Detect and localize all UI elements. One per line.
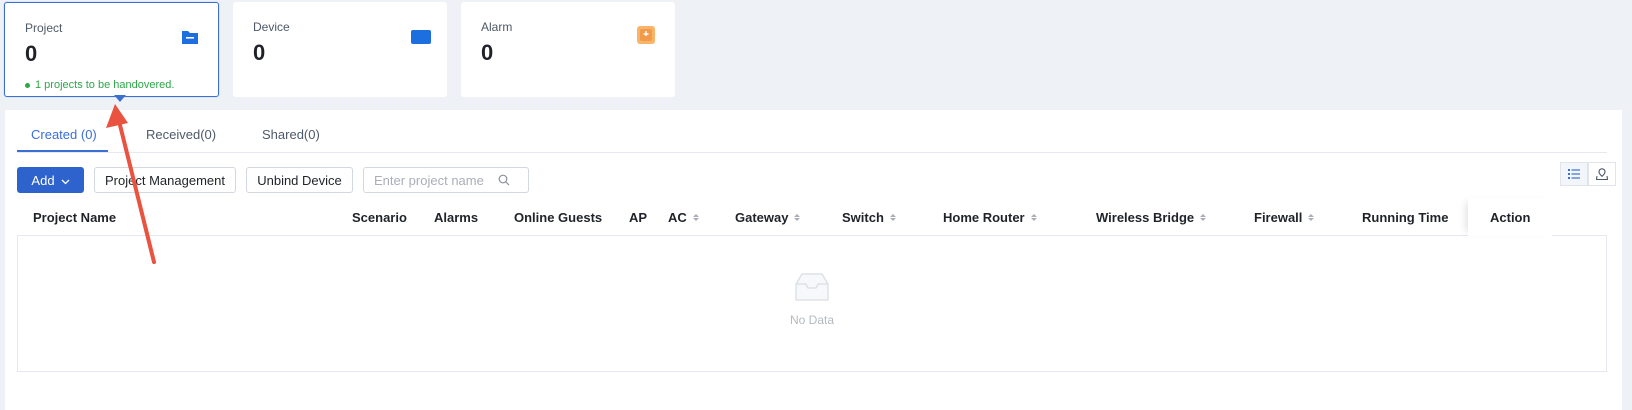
view-toggle xyxy=(1560,162,1616,186)
col-ap[interactable]: AP xyxy=(629,198,647,236)
sort-icon[interactable] xyxy=(1030,213,1037,221)
alarm-icon xyxy=(637,26,655,49)
project-tabs: Created (0) Received(0) Shared(0) xyxy=(17,110,1607,153)
col-running-time[interactable]: Running Time xyxy=(1362,198,1448,236)
sort-icon[interactable] xyxy=(794,213,801,221)
device-card[interactable]: Device 0 xyxy=(233,2,447,97)
handover-note-text: 1 projects to be handovered. xyxy=(35,79,175,91)
col-online-guests[interactable]: Online Guests xyxy=(514,198,602,236)
col-ac[interactable]: AC xyxy=(668,198,699,236)
empty-box-icon xyxy=(790,273,834,306)
col-scenario[interactable]: Scenario xyxy=(352,198,407,236)
col-project-name[interactable]: Project Name xyxy=(33,198,116,236)
map-view-icon[interactable] xyxy=(1588,162,1616,186)
chevron-down-icon xyxy=(61,173,70,188)
sort-icon[interactable] xyxy=(889,213,896,221)
table-header: Project Name Scenario Alarms Online Gues… xyxy=(17,198,1607,236)
col-wireless-bridge[interactable]: Wireless Bridge xyxy=(1096,198,1207,236)
col-gateway[interactable]: Gateway xyxy=(735,198,801,236)
tab-received[interactable]: Received(0) xyxy=(146,127,216,142)
col-action: Action xyxy=(1468,198,1552,236)
add-button[interactable]: Add xyxy=(17,167,84,193)
col-switch[interactable]: Switch xyxy=(842,198,896,236)
sort-icon[interactable] xyxy=(1308,213,1315,221)
tab-created[interactable]: Created (0) xyxy=(31,127,97,142)
project-card[interactable]: Project 0 1 projects to be handovered. xyxy=(4,2,219,97)
projects-panel: Created (0) Received(0) Shared(0) Add Pr… xyxy=(5,110,1622,410)
add-button-label: Add xyxy=(31,172,55,188)
alarm-card[interactable]: Alarm 0 xyxy=(461,2,675,97)
col-home-router[interactable]: Home Router xyxy=(943,198,1037,236)
device-icon xyxy=(411,30,431,49)
status-dot-icon xyxy=(25,82,30,88)
col-firewall[interactable]: Firewall xyxy=(1254,198,1315,236)
sort-icon[interactable] xyxy=(692,213,699,221)
project-management-button[interactable]: Project Management xyxy=(94,167,236,193)
active-card-pointer xyxy=(114,95,126,102)
active-tab-underline xyxy=(17,150,108,152)
folder-icon xyxy=(181,29,199,50)
empty-state: No Data xyxy=(18,272,1606,327)
project-search xyxy=(363,167,529,193)
table-body: No Data xyxy=(17,236,1607,372)
unbind-device-button[interactable]: Unbind Device xyxy=(246,167,353,193)
list-view-icon[interactable] xyxy=(1560,162,1588,186)
tab-shared[interactable]: Shared(0) xyxy=(262,127,320,142)
search-icon[interactable] xyxy=(498,174,510,186)
col-alarms[interactable]: Alarms xyxy=(434,198,478,236)
project-search-input[interactable] xyxy=(364,172,494,188)
sort-icon[interactable] xyxy=(1200,213,1207,221)
empty-state-text: No Data xyxy=(789,313,835,327)
handover-note[interactable]: 1 projects to be handovered. xyxy=(25,79,218,91)
